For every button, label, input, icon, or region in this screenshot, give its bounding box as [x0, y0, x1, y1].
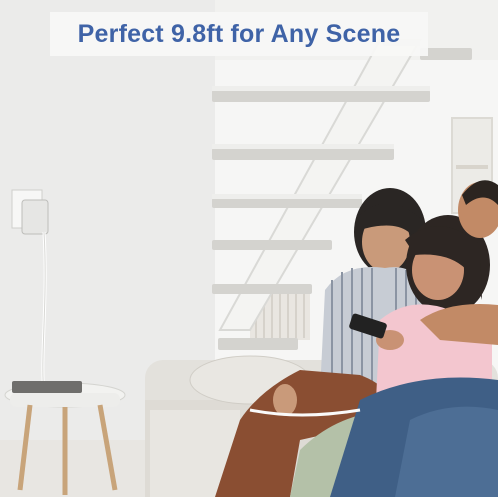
living-room-scene [0, 0, 498, 497]
headline-banner: Perfect 9.8ft for Any Scene [50, 12, 428, 56]
headline-text: Perfect 9.8ft for Any Scene [77, 19, 401, 48]
phone-on-table [12, 381, 82, 393]
product-photo: Perfect 9.8ft for Any Scene [0, 0, 498, 497]
